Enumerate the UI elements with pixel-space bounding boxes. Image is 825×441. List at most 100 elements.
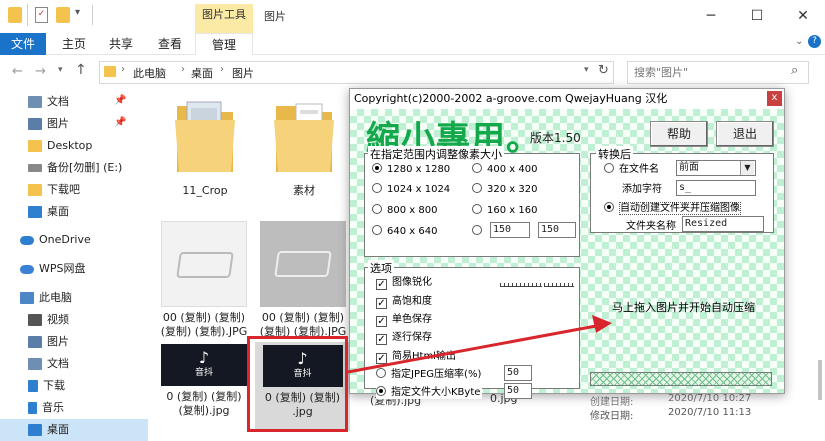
pin-icon[interactable]: 📌 [114, 95, 126, 106]
option-monochrome[interactable]: ✓ 单色保存 [376, 313, 432, 327]
nav-item-wps-cloud[interactable]: WPS网盘 [0, 258, 148, 280]
folder-name-input[interactable]: Resized [682, 216, 764, 232]
size-option-custom[interactable] [472, 225, 487, 238]
nav-item-download-bar[interactable]: 下载吧 [0, 179, 148, 201]
tab-home[interactable]: 主页 [56, 33, 92, 55]
saturation-slider[interactable] [544, 275, 574, 287]
chevron-down-icon[interactable]: ▾ [584, 65, 589, 75]
desktop-icon [28, 206, 42, 218]
tab-manage[interactable]: 管理 [195, 33, 253, 55]
computer-icon [20, 292, 34, 304]
folder-icon [28, 140, 42, 152]
minimize-button[interactable]: ─ [688, 0, 734, 32]
nav-item-desktop[interactable]: 桌面 [0, 201, 148, 223]
nav-item-downloads[interactable]: 下载 [0, 375, 148, 397]
nav-item-pictures-pc[interactable]: 图片 [0, 331, 148, 353]
size-option-1280[interactable]: 1280 x 1280 [372, 163, 450, 176]
nav-item-desktop-pc[interactable]: 桌面 [0, 419, 148, 441]
search-input[interactable]: 搜索"图片" [627, 61, 809, 84]
forward-arrow-icon[interactable]: → [35, 64, 46, 79]
option-jpeg-ratio[interactable]: 指定JPEG压缩率(%) [376, 368, 481, 381]
auto-folder-option[interactable]: 自动创建文件夹并压缩图像 [604, 202, 741, 215]
highlight-box [247, 336, 348, 432]
radio-icon [372, 183, 382, 193]
add-char-input[interactable]: s_ [676, 180, 756, 196]
breadcrumb-pictures[interactable]: 图片 [232, 65, 254, 81]
size-group-label: 在指定范围内调整像素大小 [368, 146, 504, 162]
properties-icon[interactable]: ✓ [35, 7, 48, 23]
option-html-output[interactable]: ✓ 简易Html输出 [376, 350, 456, 364]
help-icon[interactable]: ? [808, 35, 821, 48]
back-arrow-icon[interactable]: ← [12, 64, 23, 79]
folder-name-label: 文件夹名称 [626, 221, 676, 232]
pin-icon[interactable]: 📌 [114, 117, 126, 128]
scrollbar[interactable] [818, 360, 822, 400]
size-option-400[interactable]: 400 x 400 [472, 163, 537, 176]
sharpen-slider[interactable] [500, 275, 542, 287]
chevron-down-icon[interactable]: ▼ [740, 161, 754, 175]
dialog-body: 縮小專用。 版本1.50 帮助 退出 在指定范围内调整像素大小 1280 x 1… [350, 109, 784, 399]
up-arrow-icon[interactable]: ↑ [75, 62, 87, 78]
refresh-icon[interactable]: ↻ [598, 63, 609, 78]
nav-item-this-pc[interactable]: 此电脑 [0, 287, 148, 309]
modified-date: 2020/7/10 11:13 [668, 407, 752, 418]
image-item[interactable]: 00 (复制) (复制) (复制) (复制).JPG [259, 221, 347, 339]
breadcrumb-this-pc[interactable]: 此电脑 [133, 65, 166, 81]
radio-icon [372, 163, 382, 173]
radio-icon [604, 163, 614, 173]
in-filename-option[interactable]: 在文件名 [604, 163, 659, 176]
size-option-800[interactable]: 800 x 800 [372, 204, 437, 217]
size-option-320[interactable]: 320 x 320 [472, 183, 537, 196]
file-size-input[interactable]: 50 [504, 383, 532, 399]
image-item[interactable]: 00 (复制) (复制) (复制) (复制).JPG [160, 221, 248, 339]
drop-hint: 马上拖入图片并开始自动压缩 [612, 301, 755, 314]
close-window-button[interactable]: ✕ [780, 0, 825, 32]
image-item[interactable]: ♪ 音抖 0 (复制) (复制) (复制).jpg [160, 344, 248, 418]
breadcrumb-desktop[interactable]: 桌面 [191, 65, 213, 81]
checkbox-icon: ✓ [376, 353, 387, 364]
size-option-1024[interactable]: 1024 x 1024 [372, 183, 450, 196]
recent-locations-icon[interactable]: ▾ [58, 65, 63, 75]
custom-height-input[interactable]: 150 [538, 222, 576, 238]
size-option-160[interactable]: 160 x 160 [472, 204, 537, 217]
drive-icon [28, 164, 42, 172]
search-icon[interactable]: ⌕ [791, 63, 798, 78]
picture-tools-context: 图片工具 [195, 4, 253, 33]
nav-item-desktop-folder[interactable]: Desktop [0, 135, 148, 157]
checkbox-icon: ✓ [376, 298, 387, 309]
option-progressive[interactable]: ✓ 逐行保存 [376, 331, 432, 345]
option-sharpen[interactable]: ✓ 图像锐化 [376, 276, 432, 290]
nav-item-onedrive[interactable]: OneDrive [0, 229, 148, 251]
nav-item-documents-pc[interactable]: 文档 [0, 353, 148, 375]
tab-file[interactable]: 文件 [0, 33, 46, 55]
cloud-icon [20, 235, 34, 245]
tab-view[interactable]: 查看 [152, 33, 188, 55]
exit-button[interactable]: 退出 [716, 121, 774, 147]
address-bar[interactable] [99, 61, 614, 84]
tab-share[interactable]: 共享 [103, 33, 139, 55]
nav-item-videos[interactable]: 视频 [0, 309, 148, 331]
folder-item-material[interactable]: 素材 [260, 98, 348, 198]
created-date-label: 创建日期: [590, 397, 634, 408]
desktop-icon [28, 424, 42, 436]
option-saturation[interactable]: ✓ 高饱和度 [376, 295, 432, 309]
radio-icon [472, 225, 482, 235]
option-file-size[interactable]: 指定文件大小KByte [376, 386, 483, 399]
custom-width-input[interactable]: 150 [490, 222, 530, 238]
dialog-close-button[interactable]: x [767, 91, 782, 106]
customize-toolbar-icon[interactable]: ▾ [75, 7, 80, 18]
folder-icon [175, 101, 235, 172]
nav-item-music[interactable]: 音乐 [0, 397, 148, 419]
jpeg-ratio-input[interactable]: 50 [504, 365, 532, 381]
radio-icon [372, 225, 382, 235]
expand-ribbon-icon[interactable]: ⌄ [795, 36, 803, 47]
size-option-640[interactable]: 640 x 640 [372, 225, 437, 238]
image-thumbnail [161, 221, 247, 307]
nav-item-backup-drive[interactable]: 备份[勿删] (E:) [0, 157, 148, 179]
maximize-button[interactable]: ☐ [734, 0, 780, 32]
new-folder-icon[interactable] [56, 7, 70, 23]
help-button[interactable]: 帮助 [650, 121, 708, 147]
download-icon [28, 380, 38, 392]
folder-item-11-crop[interactable]: 11_Crop [161, 98, 249, 198]
pictures-icon [28, 118, 42, 130]
